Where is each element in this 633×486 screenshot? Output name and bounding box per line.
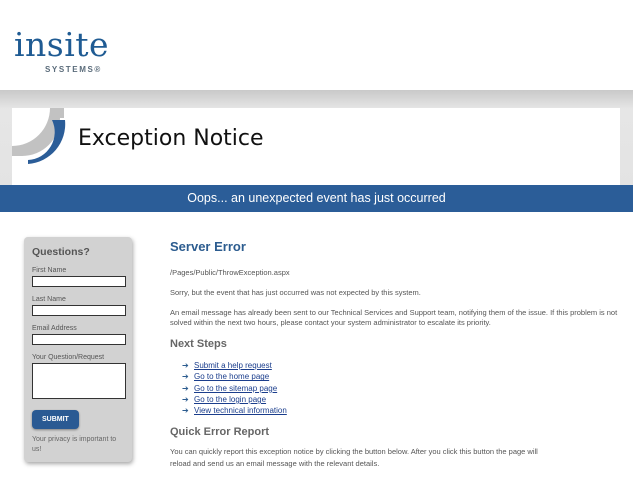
logo-subtitle: SYSTEMS® [45, 65, 102, 74]
list-item: ➔ View technical information [182, 405, 620, 416]
technical-info-link[interactable]: View technical information [194, 406, 287, 415]
notification-message: An email message has already been sent t… [170, 308, 618, 327]
help-request-link[interactable]: Submit a help request [194, 361, 272, 370]
last-name-label: Last Name [32, 296, 66, 303]
first-name-field[interactable] [32, 276, 126, 287]
list-item: ➔ Go to the sitemap page [182, 383, 620, 394]
list-item: ➔ Go to the home page [182, 371, 620, 382]
logo-wordmark: insite [14, 25, 110, 64]
privacy-note: Your privacy is important to us! [32, 436, 117, 453]
list-item: ➔ Go to the login page [182, 394, 620, 405]
page-title: Exception Notice [78, 126, 264, 151]
question-textarea[interactable] [32, 363, 126, 399]
error-path: /Pages/Public/ThrowException.aspx [170, 268, 290, 277]
arc-logo-icon [12, 108, 66, 164]
questions-panel: Questions? First Name Last Name Email Ad… [24, 237, 132, 462]
list-item: ➔ Submit a help request [182, 360, 620, 371]
login-page-link[interactable]: Go to the login page [194, 395, 266, 404]
email-label: Email Address [32, 325, 77, 332]
error-message: Sorry, but the event that has just occur… [170, 288, 421, 297]
submit-button[interactable]: SUBMIT [32, 410, 79, 429]
questions-title: Questions? [32, 246, 90, 258]
home-page-link[interactable]: Go to the home page [194, 372, 269, 381]
quick-report-text: You can quickly report this exception no… [170, 447, 538, 457]
quick-report-heading: Quick Error Report [170, 426, 270, 439]
arrow-right-icon: ➔ [182, 383, 189, 393]
arrow-right-icon: ➔ [182, 395, 189, 405]
main-content: Server Error /Pages/Public/ThrowExceptio… [170, 239, 620, 469]
company-logo: insite SYSTEMS® [14, 25, 110, 75]
next-steps-heading: Next Steps [170, 338, 227, 350]
sitemap-page-link[interactable]: Go to the sitemap page [194, 384, 277, 393]
server-error-heading: Server Error [170, 239, 246, 254]
arrow-right-icon: ➔ [182, 406, 189, 416]
arrow-right-icon: ➔ [182, 361, 189, 371]
arrow-right-icon: ➔ [182, 372, 189, 382]
error-banner: Oops... an unexpected event has just occ… [0, 185, 633, 212]
quick-report-text-continued: reload and send us an email message with… [170, 459, 380, 469]
next-steps-list: ➔ Submit a help request ➔ Go to the home p… [170, 360, 620, 416]
first-name-label: First Name [32, 267, 67, 274]
title-card: Exception Notice [12, 108, 620, 185]
email-field[interactable] [32, 334, 126, 345]
last-name-field[interactable] [32, 305, 126, 316]
question-label: Your Question/Request [32, 354, 105, 361]
